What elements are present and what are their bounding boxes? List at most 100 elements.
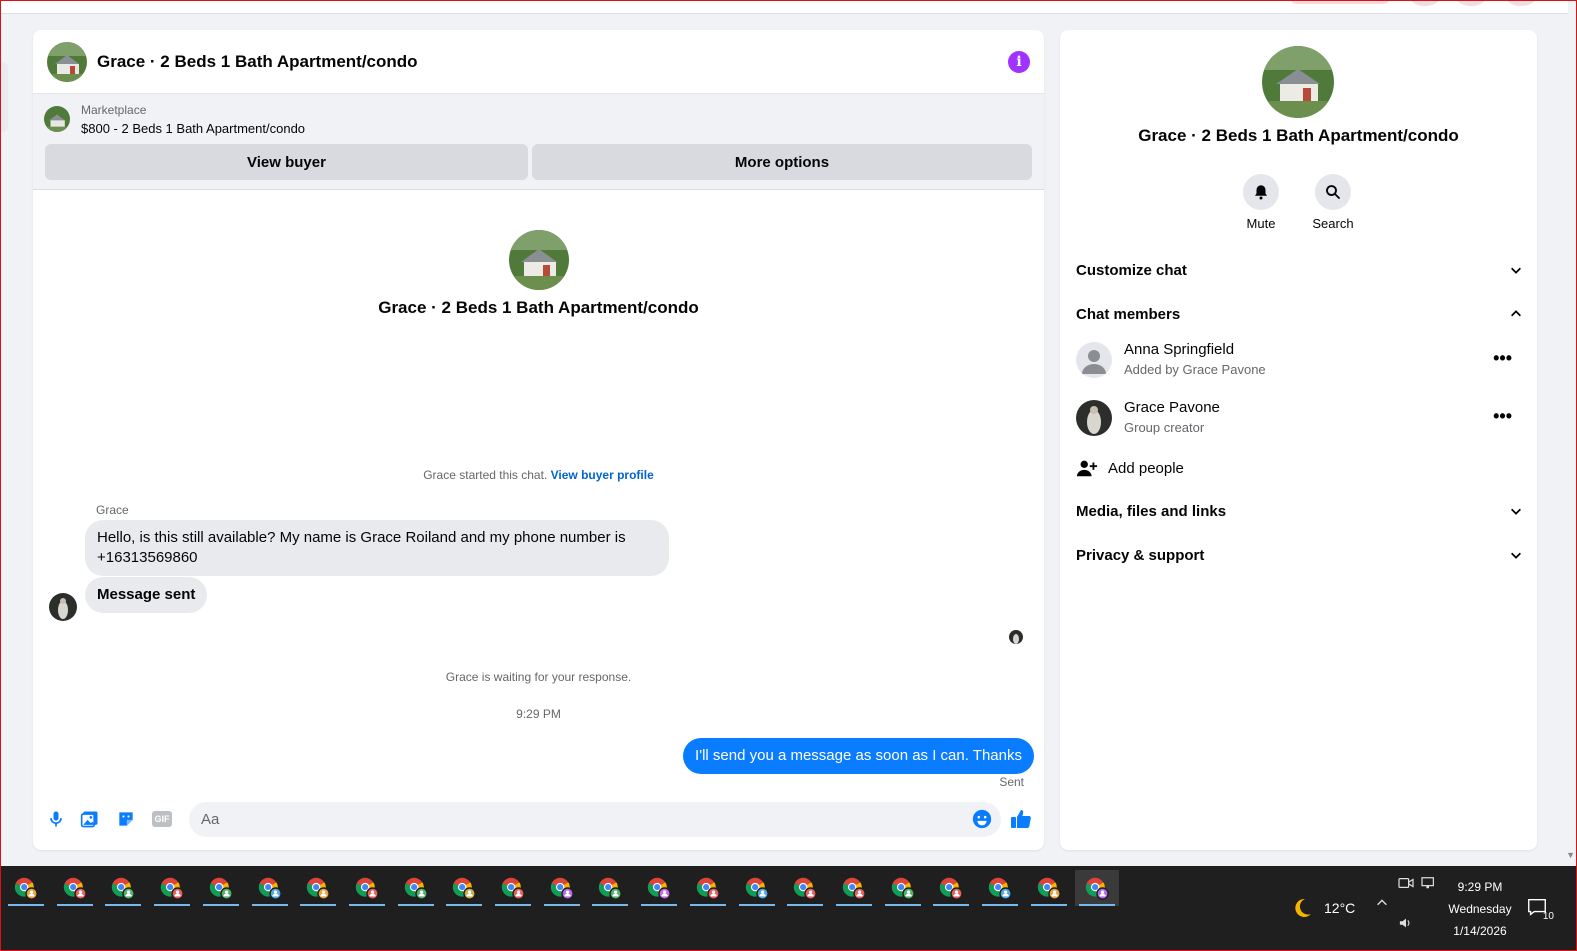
clock-day: Wednesday [1448, 902, 1512, 916]
listing-title[interactable]: $800 - 2 Beds 1 Bath Apartment/condo [81, 121, 305, 136]
system-clock[interactable]: 9:29 PM Wednesday 1/14/2026 [1438, 876, 1522, 942]
media-files-section[interactable]: Media, files and links [1076, 493, 1524, 529]
marketplace-label: Marketplace [81, 103, 147, 117]
chrome-taskbar-icon[interactable] [442, 870, 486, 906]
microphone-icon[interactable] [45, 808, 67, 830]
more-options-button[interactable]: More options [532, 144, 1032, 180]
bell-icon [1243, 174, 1279, 210]
chat-members-section[interactable]: Chat members [1076, 296, 1524, 332]
info-avatar[interactable] [1262, 46, 1334, 118]
emoji-icon[interactable] [971, 808, 993, 830]
top-dot [1456, 0, 1486, 6]
outgoing-message[interactable]: I'll send you a message as soon as I can… [683, 738, 1034, 774]
chevron-down-icon [1508, 262, 1524, 278]
chrome-taskbar-icon[interactable] [150, 870, 194, 906]
started-text: Grace started this chat. [423, 468, 548, 482]
chrome-taskbar-icon[interactable] [4, 870, 48, 906]
view-buyer-profile-link[interactable]: View buyer profile [551, 468, 654, 482]
sent-status: Sent [999, 775, 1024, 789]
chrome-taskbar-icon[interactable] [881, 870, 925, 906]
chevron-down-icon [1508, 503, 1524, 519]
like-icon[interactable] [1009, 807, 1033, 831]
chevron-down-icon [1508, 547, 1524, 563]
waiting-note: Grace is waiting for your response. [445, 670, 632, 684]
chrome-taskbar-icon[interactable] [394, 870, 438, 906]
listing-avatar[interactable] [44, 106, 70, 132]
section-label: Customize chat [1076, 261, 1187, 279]
chrome-taskbar-icon[interactable] [832, 870, 876, 906]
grace-avatar[interactable] [49, 593, 77, 621]
chrome-taskbar-icon[interactable] [540, 870, 584, 906]
mute-button[interactable]: Mute [1231, 174, 1291, 231]
moon-icon [1290, 896, 1314, 920]
message-line: +16313569860 [97, 549, 198, 566]
search-label: Search [1312, 216, 1354, 231]
top-dot [1410, 0, 1440, 6]
search-icon [1315, 174, 1351, 210]
customize-chat-section[interactable]: Customize chat [1076, 252, 1524, 288]
browser-top-strip [0, 0, 1568, 14]
photo-icon[interactable] [79, 808, 101, 830]
taskbar: 12°C 9:29 PM Wednesday 1/14/2026 10 [0, 866, 1577, 951]
gif-icon[interactable]: GIF [151, 808, 173, 830]
more-options-icon[interactable]: ••• [1493, 348, 1512, 369]
sender-name: Grace [96, 503, 129, 517]
section-label: Chat members [1076, 305, 1181, 323]
chat-header: Grace · 2 Beds 1 Bath Apartment/condo i [33, 30, 1044, 94]
search-button[interactable]: Search [1303, 174, 1363, 231]
member-subtitle: Group creator [1124, 420, 1205, 435]
sticker-icon[interactable] [115, 808, 137, 830]
weather-widget[interactable]: 12°C [1290, 896, 1355, 920]
chrome-taskbar-icon[interactable] [929, 870, 973, 906]
view-buyer-button[interactable]: View buyer [45, 144, 528, 180]
mute-label: Mute [1246, 216, 1276, 231]
member-row[interactable]: Anna Springfield Added by Grace Pavone •… [1076, 338, 1524, 384]
message-line: Hello, is this still available? My name … [97, 529, 626, 546]
chat-title[interactable]: Grace · 2 Beds 1 Bath Apartment/condo [97, 52, 418, 72]
info-title: Grace · 2 Beds 1 Bath Apartment/condo [1138, 126, 1459, 145]
section-label: Media, files and links [1076, 502, 1227, 520]
section-label: Privacy & support [1076, 546, 1205, 564]
chrome-taskbar-icon[interactable] [199, 870, 243, 906]
privacy-support-section[interactable]: Privacy & support [1076, 537, 1524, 573]
message-timestamp: 9:29 PM [516, 707, 561, 721]
left-panel-edge [0, 62, 8, 132]
chrome-taskbar-icon[interactable] [1027, 870, 1071, 906]
chrome-taskbar-icon[interactable] [101, 870, 145, 906]
incoming-message[interactable]: Hello, is this still available? My name … [85, 520, 669, 576]
chrome-taskbar-icon[interactable] [345, 870, 389, 906]
chrome-taskbar-icon[interactable] [296, 870, 340, 906]
notification-count: 10 [1542, 911, 1554, 922]
chrome-taskbar-icon[interactable] [735, 870, 779, 906]
scroll-down-arrow[interactable]: ▼ [1566, 850, 1575, 860]
add-person-icon [1076, 457, 1098, 479]
chrome-taskbar-icon[interactable] [248, 870, 292, 906]
chat-avatar[interactable] [47, 41, 87, 82]
more-options-icon[interactable]: ••• [1493, 406, 1512, 427]
chat-info-panel: Grace · 2 Beds 1 Bath Apartment/condo Mu… [1060, 30, 1537, 850]
add-people-button[interactable]: Add people [1076, 456, 1184, 480]
chrome-taskbar-icon[interactable] [637, 870, 681, 906]
member-subtitle: Added by Grace Pavone [1124, 362, 1266, 377]
chrome-taskbar-icon[interactable] [491, 870, 535, 906]
network-icon[interactable] [1421, 876, 1437, 893]
clock-date: 1/14/2026 [1453, 924, 1507, 938]
camera-icon[interactable] [1398, 876, 1414, 893]
chrome-taskbar-icon[interactable] [588, 870, 632, 906]
chrome-taskbar-icon[interactable] [783, 870, 827, 906]
chrome-taskbar-icon[interactable] [978, 870, 1022, 906]
chat-started-note: Grace started this chat. View buyer prof… [33, 468, 1044, 482]
message-input[interactable] [189, 802, 1001, 837]
member-row[interactable]: Grace Pavone Group creator ••• [1076, 396, 1524, 442]
speaker-icon[interactable] [1398, 916, 1414, 933]
chevron-up-icon[interactable] [1375, 896, 1389, 913]
info-icon[interactable]: i [1008, 50, 1030, 73]
gif-label: GIF [152, 811, 172, 827]
chrome-taskbar-icon[interactable] [53, 870, 97, 906]
chrome-taskbar-icon[interactable] [686, 870, 730, 906]
notification-icon[interactable]: 10 [1526, 896, 1554, 922]
incoming-message[interactable]: Message sent [85, 577, 208, 613]
grace-avatar [1076, 400, 1112, 436]
chrome-taskbar-icon[interactable] [1075, 870, 1120, 906]
member-name: Anna Springfield [1124, 341, 1235, 358]
